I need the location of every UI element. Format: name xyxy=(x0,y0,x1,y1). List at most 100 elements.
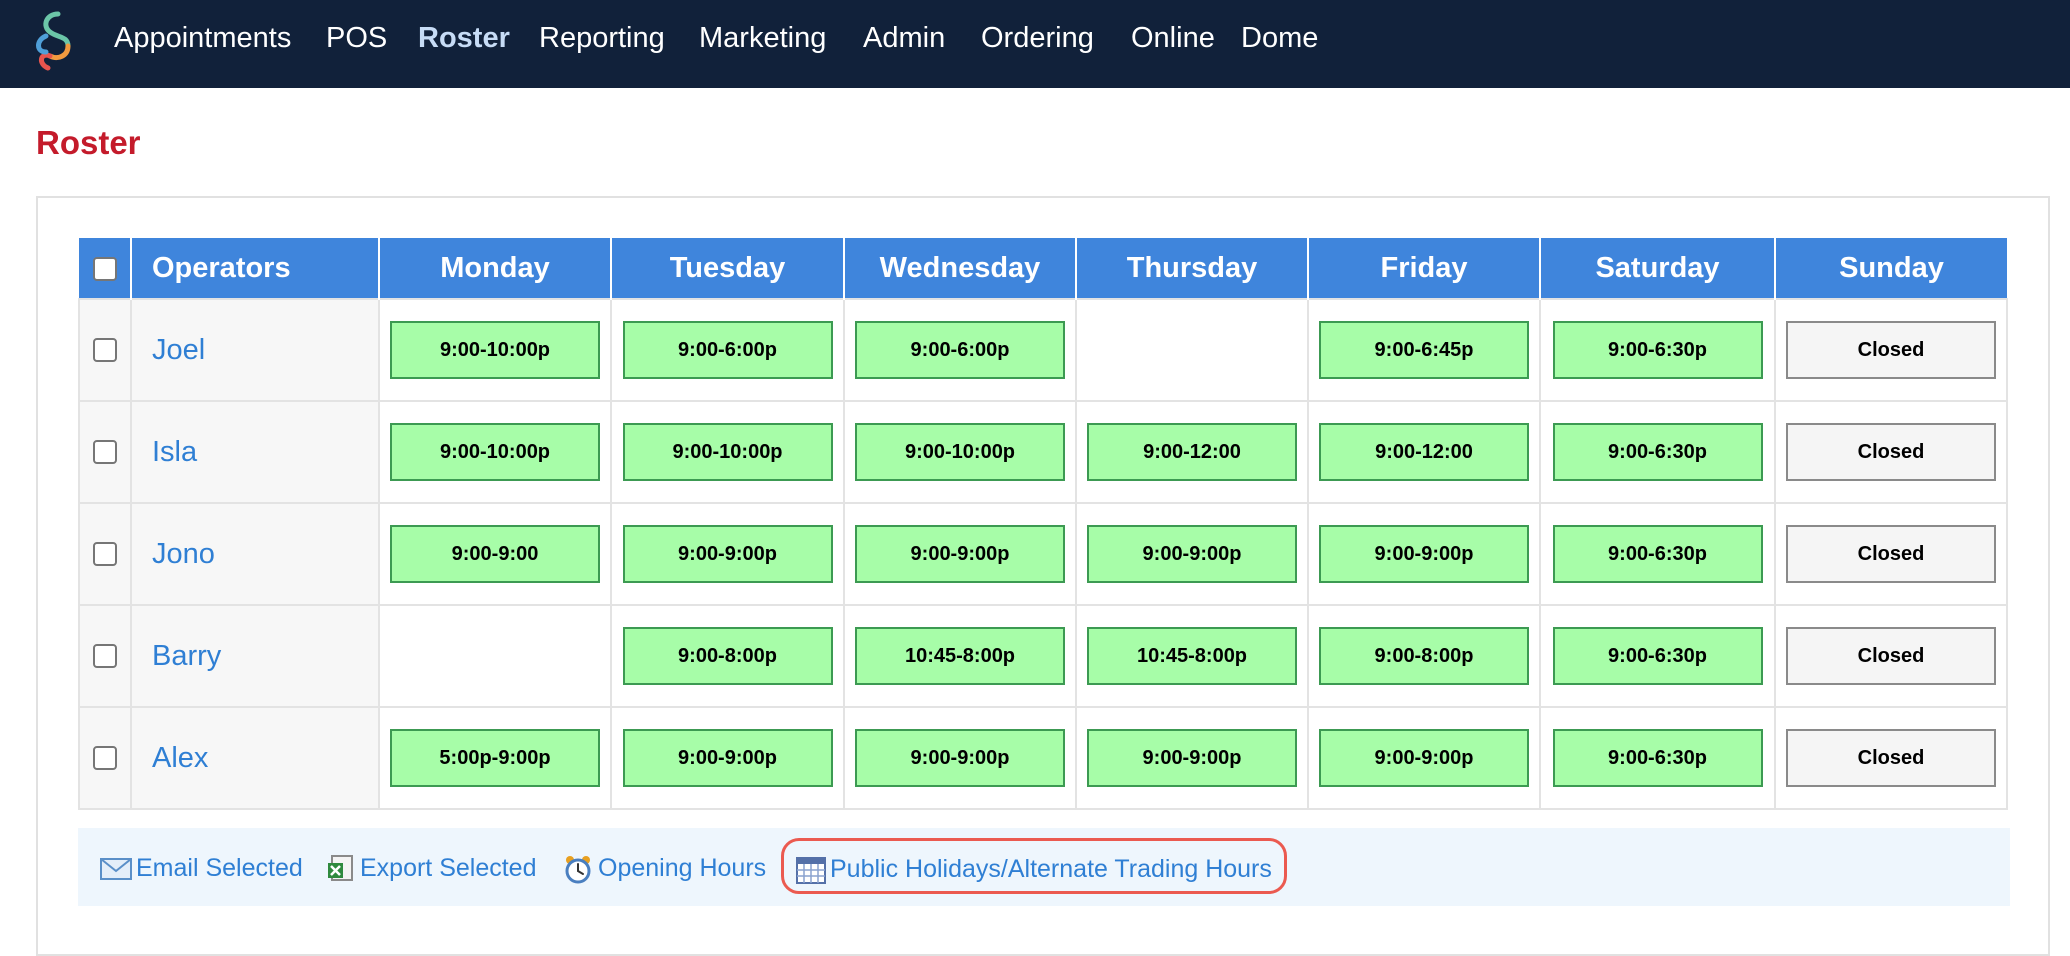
export-selected-link[interactable]: Export Selected xyxy=(326,850,537,886)
shift-cell: 9:00-6:00p xyxy=(843,298,1077,402)
row-checkbox[interactable] xyxy=(93,542,117,566)
alarm-clock-icon xyxy=(565,856,591,884)
operator-link[interactable]: Isla xyxy=(152,436,197,468)
shift-button[interactable]: 9:00-10:00p xyxy=(390,423,600,481)
shift-cell: Closed xyxy=(1774,604,2008,708)
shift-button[interactable]: 9:00-9:00p xyxy=(622,729,833,787)
shift-button[interactable]: 9:00-9:00p xyxy=(1087,525,1297,583)
row-select-cell xyxy=(78,502,132,606)
shift-button[interactable]: 9:00-6:45p xyxy=(1319,321,1529,379)
shift-cell: Closed xyxy=(1774,298,2008,402)
shift-button[interactable]: 9:00-9:00p xyxy=(1319,729,1529,787)
shift-cell: Closed xyxy=(1774,502,2008,606)
row-select-cell xyxy=(78,400,132,504)
shift-button[interactable]: 9:00-9:00p xyxy=(855,729,1065,787)
shift-button[interactable]: 10:45-8:00p xyxy=(855,627,1065,685)
shift-cell: 9:00-9:00p xyxy=(843,502,1077,606)
shift-button[interactable]: 9:00-9:00p xyxy=(622,525,833,583)
row-checkbox[interactable] xyxy=(93,338,117,362)
shift-cell: 9:00-10:00p xyxy=(378,298,612,402)
day-header-tuesday: Tuesday xyxy=(611,238,845,299)
shift-button[interactable]: 9:00-6:00p xyxy=(622,321,833,379)
shift-button[interactable]: 9:00-9:00 xyxy=(390,525,600,583)
shift-cell: 9:00-9:00p xyxy=(610,706,845,810)
row-checkbox[interactable] xyxy=(93,644,117,668)
table-row: Alex 5:00p-9:00p 9:00-9:00p 9:00-9:00p 9… xyxy=(78,706,2008,810)
day-header-thursday: Thursday xyxy=(1076,238,1309,299)
shift-cell: 9:00-8:00p xyxy=(1307,604,1541,708)
operator-link[interactable]: Barry xyxy=(152,640,221,672)
row-checkbox[interactable] xyxy=(93,746,117,770)
shift-cell: 10:45-8:00p xyxy=(843,604,1077,708)
shift-cell: 5:00p-9:00p xyxy=(378,706,612,810)
shift-button[interactable]: 9:00-10:00p xyxy=(855,423,1065,481)
closed-button[interactable]: Closed xyxy=(1786,321,1996,379)
shift-button[interactable]: 10:45-8:00p xyxy=(1087,627,1297,685)
shift-button[interactable]: 9:00-10:00p xyxy=(390,321,600,379)
shift-button[interactable]: 9:00-6:00p xyxy=(855,321,1065,379)
nav-item-online[interactable]: Online xyxy=(1131,0,1215,76)
row-checkbox[interactable] xyxy=(93,440,117,464)
shift-button[interactable]: 9:00-6:30p xyxy=(1552,627,1763,685)
shift-cell: 9:00-6:30p xyxy=(1539,604,1776,708)
table-row: Joel 9:00-10:00p 9:00-6:00p 9:00-6:00p 9… xyxy=(78,298,2008,402)
shift-button[interactable]: 9:00-6:30p xyxy=(1552,321,1763,379)
shift-button[interactable]: 5:00p-9:00p xyxy=(390,729,600,787)
swirl-logo-icon[interactable] xyxy=(28,6,82,76)
day-header-saturday: Saturday xyxy=(1540,238,1776,299)
shift-button[interactable]: 9:00-8:00p xyxy=(1319,627,1529,685)
shift-cell: 9:00-10:00p xyxy=(843,400,1077,504)
nav-item-ordering[interactable]: Ordering xyxy=(981,0,1094,76)
shift-cell: 9:00-9:00p xyxy=(1307,706,1541,810)
closed-button[interactable]: Closed xyxy=(1786,627,1996,685)
shift-cell: 9:00-6:30p xyxy=(1539,706,1776,810)
empty-shift-cell[interactable] xyxy=(1075,298,1309,402)
operators-column-header: Operators xyxy=(131,238,380,299)
shift-cell: 9:00-6:45p xyxy=(1307,298,1541,402)
shift-button[interactable]: 9:00-9:00p xyxy=(1319,525,1529,583)
shift-cell: 9:00-6:00p xyxy=(610,298,845,402)
empty-shift-cell[interactable] xyxy=(378,604,612,708)
nav-item-appointments[interactable]: Appointments xyxy=(114,0,291,76)
closed-button[interactable]: Closed xyxy=(1786,525,1996,583)
operator-cell: Joel xyxy=(130,298,380,402)
shift-button[interactable]: 9:00-6:30p xyxy=(1552,423,1763,481)
select-all-checkbox[interactable] xyxy=(92,256,117,281)
email-selected-link[interactable]: Email Selected xyxy=(100,850,303,886)
day-header-sunday: Sunday xyxy=(1775,238,2007,299)
shift-button[interactable]: 9:00-9:00p xyxy=(855,525,1065,583)
table-row: Jono 9:00-9:00 9:00-9:00p 9:00-9:00p 9:0… xyxy=(78,502,2008,606)
nav-item-dome[interactable]: Dome xyxy=(1241,0,1318,76)
nav-item-marketing[interactable]: Marketing xyxy=(699,0,826,76)
opening-hours-link[interactable]: Opening Hours xyxy=(562,850,766,886)
nav-item-pos[interactable]: POS xyxy=(326,0,387,76)
shift-cell: 9:00-9:00p xyxy=(1307,502,1541,606)
nav-item-roster[interactable]: Roster xyxy=(418,0,510,76)
shift-button[interactable]: 9:00-12:00 xyxy=(1319,423,1529,481)
shift-button[interactable]: 9:00-6:30p xyxy=(1552,729,1763,787)
shift-button[interactable]: 9:00-8:00p xyxy=(622,627,833,685)
public-holidays-link[interactable]: Public Holidays/Alternate Trading Hours xyxy=(781,838,1287,894)
nav-item-reporting[interactable]: Reporting xyxy=(539,0,665,76)
shift-cell: 9:00-9:00 xyxy=(378,502,612,606)
operator-link[interactable]: Joel xyxy=(152,334,205,366)
shift-cell: 9:00-9:00p xyxy=(1075,706,1309,810)
action-bar: Email Selected Export Selected Opening H… xyxy=(78,828,2010,906)
day-header-wednesday: Wednesday xyxy=(844,238,1077,299)
shift-button[interactable]: 9:00-10:00p xyxy=(622,423,833,481)
shift-cell: 9:00-10:00p xyxy=(610,400,845,504)
table-header-row: Operators Monday Tuesday Wednesday Thurs… xyxy=(79,238,2007,299)
opening-hours-label: Opening Hours xyxy=(598,854,767,882)
operator-cell: Barry xyxy=(130,604,380,708)
operator-link[interactable]: Jono xyxy=(152,538,215,570)
shift-cell: 10:45-8:00p xyxy=(1075,604,1309,708)
shift-button[interactable]: 9:00-9:00p xyxy=(1087,729,1297,787)
nav-item-admin[interactable]: Admin xyxy=(863,0,945,76)
shift-button[interactable]: 9:00-12:00 xyxy=(1087,423,1297,481)
shift-button[interactable]: 9:00-6:30p xyxy=(1552,525,1763,583)
operator-cell: Isla xyxy=(130,400,380,504)
closed-button[interactable]: Closed xyxy=(1786,729,1996,787)
export-selected-label: Export Selected xyxy=(360,854,537,882)
operator-link[interactable]: Alex xyxy=(152,742,208,774)
closed-button[interactable]: Closed xyxy=(1786,423,1996,481)
